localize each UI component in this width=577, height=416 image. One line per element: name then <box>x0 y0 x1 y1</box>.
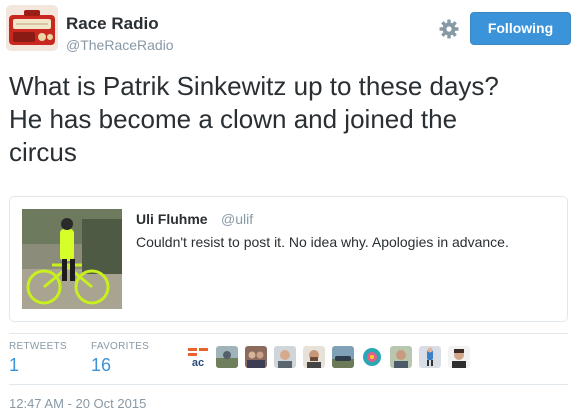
favoriter-avatar[interactable] <box>448 346 470 368</box>
tweet-text-line: What is Patrik Sinkewitz up to these day… <box>9 71 499 101</box>
author-name[interactable]: Race Radio <box>66 14 159 34</box>
favoriter-avatar[interactable] <box>245 346 267 368</box>
quoted-tweet-text: Couldn't resist to post it. No idea why.… <box>136 234 509 250</box>
tweet-text-line: He has become a clown and joined the <box>9 104 458 134</box>
divider <box>9 384 568 385</box>
quoted-author-name[interactable]: Uli Fluhme <box>136 211 208 227</box>
quoted-tweet-photo[interactable] <box>22 209 122 309</box>
author-handle[interactable]: @TheRaceRadio <box>66 37 174 53</box>
author-avatar[interactable] <box>6 5 58 51</box>
tweet-text-line: circus <box>9 137 77 167</box>
favoriter-avatar[interactable] <box>274 346 296 368</box>
favoriter-avatar[interactable] <box>361 346 383 368</box>
divider <box>9 333 568 334</box>
tweet-text: What is Patrik Sinkewitz up to these day… <box>9 70 569 169</box>
favoriter-avatar[interactable] <box>419 346 441 368</box>
favorites-count[interactable]: 16 <box>91 355 111 376</box>
gear-icon[interactable] <box>438 18 460 40</box>
favoriter-avatar[interactable] <box>390 346 412 368</box>
retweets-count[interactable]: 1 <box>9 355 19 376</box>
following-button[interactable]: Following <box>470 12 571 45</box>
retweets-label: RETWEETS <box>9 341 67 352</box>
quoted-tweet-card[interactable]: Uli Fluhme @ulif Couldn't resist to post… <box>9 196 568 322</box>
favoriter-avatar[interactable] <box>216 346 238 368</box>
favoriter-avatar[interactable]: ac <box>187 346 209 368</box>
quoted-author-handle[interactable]: @ulif <box>221 211 253 227</box>
favorites-label: FAVORITES <box>91 341 150 352</box>
favoriter-avatar[interactable] <box>303 346 325 368</box>
tweet-timestamp[interactable]: 12:47 AM - 20 Oct 2015 <box>9 396 146 411</box>
favoriter-avatar[interactable] <box>332 346 354 368</box>
svg-text:ac: ac <box>192 357 204 368</box>
